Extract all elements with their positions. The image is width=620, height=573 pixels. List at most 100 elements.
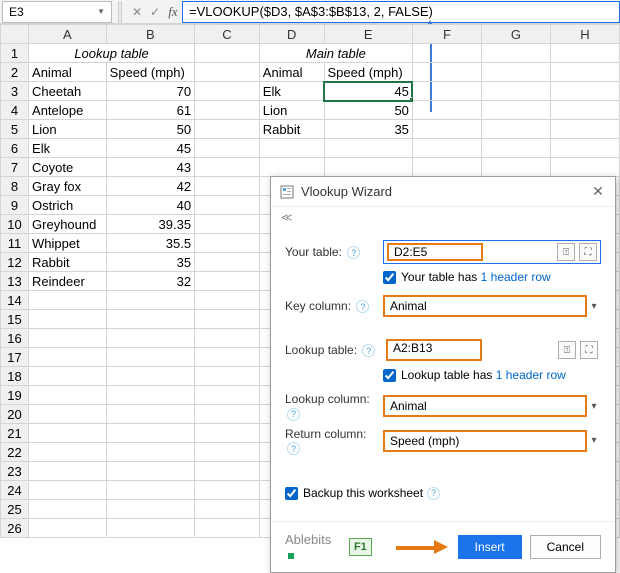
cell[interactable]: Greyhound: [29, 215, 107, 234]
row-header[interactable]: 24: [1, 481, 29, 500]
cell[interactable]: [481, 139, 550, 158]
accept-formula-icon[interactable]: ✓: [146, 5, 164, 19]
row-header[interactable]: 23: [1, 462, 29, 481]
cell[interactable]: [195, 158, 260, 177]
cell[interactable]: [106, 386, 194, 405]
cell[interactable]: Rabbit: [259, 120, 324, 139]
cell[interactable]: Antelope: [29, 101, 107, 120]
cell[interactable]: [195, 196, 260, 215]
collapse-range-icon[interactable]: ⍐: [558, 341, 576, 359]
cell[interactable]: [195, 177, 260, 196]
col-header[interactable]: C: [195, 25, 260, 44]
cell[interactable]: Cheetah: [29, 82, 107, 101]
row-header[interactable]: 15: [1, 310, 29, 329]
cell[interactable]: [106, 291, 194, 310]
cell[interactable]: [195, 139, 260, 158]
cell[interactable]: [412, 44, 481, 63]
cell[interactable]: [550, 44, 619, 63]
row-header[interactable]: 21: [1, 424, 29, 443]
cell[interactable]: Lion: [259, 101, 324, 120]
cell[interactable]: [412, 101, 481, 120]
cell[interactable]: [29, 291, 107, 310]
cell[interactable]: Main table: [259, 44, 412, 63]
cell[interactable]: [324, 158, 412, 177]
cell[interactable]: [106, 310, 194, 329]
cell[interactable]: [106, 405, 194, 424]
cell[interactable]: Ostrich: [29, 196, 107, 215]
cell[interactable]: 50: [106, 120, 194, 139]
cell[interactable]: Speed (mph): [324, 63, 412, 82]
chevron-down-icon[interactable]: ▾: [587, 401, 601, 412]
cell[interactable]: [195, 462, 260, 481]
dialog-titlebar[interactable]: Vlookup Wizard ✕: [271, 177, 615, 207]
cell[interactable]: [195, 519, 260, 538]
cell[interactable]: Elk: [29, 139, 107, 158]
cell[interactable]: 35.5: [106, 234, 194, 253]
formula-input[interactable]: =VLOOKUP($D3, $A$3:$B$13, 2, FALSE): [182, 1, 620, 23]
cell[interactable]: [550, 63, 619, 82]
cell[interactable]: [195, 234, 260, 253]
cell[interactable]: [106, 367, 194, 386]
lookup-column-select[interactable]: Animal: [383, 395, 587, 417]
cell[interactable]: 61: [106, 101, 194, 120]
cell[interactable]: [195, 310, 260, 329]
return-column-select[interactable]: Speed (mph): [383, 430, 587, 452]
cell[interactable]: 43: [106, 158, 194, 177]
cell[interactable]: [412, 82, 481, 101]
col-header[interactable]: B: [106, 25, 194, 44]
row-header[interactable]: 5: [1, 120, 29, 139]
cell[interactable]: [481, 158, 550, 177]
close-icon[interactable]: ✕: [589, 183, 607, 200]
help-icon[interactable]: ?: [287, 408, 300, 421]
row-header[interactable]: 19: [1, 386, 29, 405]
cell[interactable]: [29, 481, 107, 500]
row-header[interactable]: 22: [1, 443, 29, 462]
cell[interactable]: [29, 443, 107, 462]
row-header[interactable]: 17: [1, 348, 29, 367]
fx-icon[interactable]: fx: [164, 4, 182, 20]
col-header[interactable]: D: [259, 25, 324, 44]
cell[interactable]: [106, 424, 194, 443]
lookup-table-input[interactable]: A2:B13: [386, 339, 482, 361]
cell[interactable]: Elk: [259, 82, 324, 101]
chevron-down-icon[interactable]: ▾: [587, 301, 601, 312]
row-header[interactable]: 26: [1, 519, 29, 538]
cell[interactable]: [29, 329, 107, 348]
cell[interactable]: [106, 462, 194, 481]
cell[interactable]: [29, 424, 107, 443]
row-header[interactable]: 13: [1, 272, 29, 291]
row-header[interactable]: 8: [1, 177, 29, 196]
cancel-button[interactable]: Cancel: [530, 535, 601, 559]
cell[interactable]: [195, 63, 260, 82]
cell[interactable]: [324, 139, 412, 158]
expand-range-icon[interactable]: ⛶: [579, 243, 597, 261]
cell[interactable]: 70: [106, 82, 194, 101]
cell[interactable]: 50: [324, 101, 412, 120]
cell[interactable]: [195, 215, 260, 234]
collapse-range-icon[interactable]: ⍐: [557, 243, 575, 261]
backup-checkbox[interactable]: [285, 487, 298, 500]
cell[interactable]: [29, 367, 107, 386]
row-header[interactable]: 7: [1, 158, 29, 177]
cell[interactable]: Speed (mph): [106, 63, 194, 82]
cell[interactable]: [195, 253, 260, 272]
cell[interactable]: [412, 158, 481, 177]
select-all-corner[interactable]: [1, 25, 29, 44]
row-header[interactable]: 25: [1, 500, 29, 519]
help-icon[interactable]: ?: [427, 487, 440, 500]
cell[interactable]: [412, 63, 481, 82]
cell[interactable]: 40: [106, 196, 194, 215]
row-header[interactable]: 1: [1, 44, 29, 63]
col-header[interactable]: E: [324, 25, 412, 44]
row-header[interactable]: 2: [1, 63, 29, 82]
cell[interactable]: [106, 443, 194, 462]
cell[interactable]: Animal: [259, 63, 324, 82]
cell[interactable]: [550, 120, 619, 139]
cell[interactable]: [195, 386, 260, 405]
cell[interactable]: [550, 82, 619, 101]
cell[interactable]: [195, 443, 260, 462]
row-header[interactable]: 3: [1, 82, 29, 101]
col-header[interactable]: F: [412, 25, 481, 44]
col-header[interactable]: H: [550, 25, 619, 44]
cell[interactable]: [195, 120, 260, 139]
